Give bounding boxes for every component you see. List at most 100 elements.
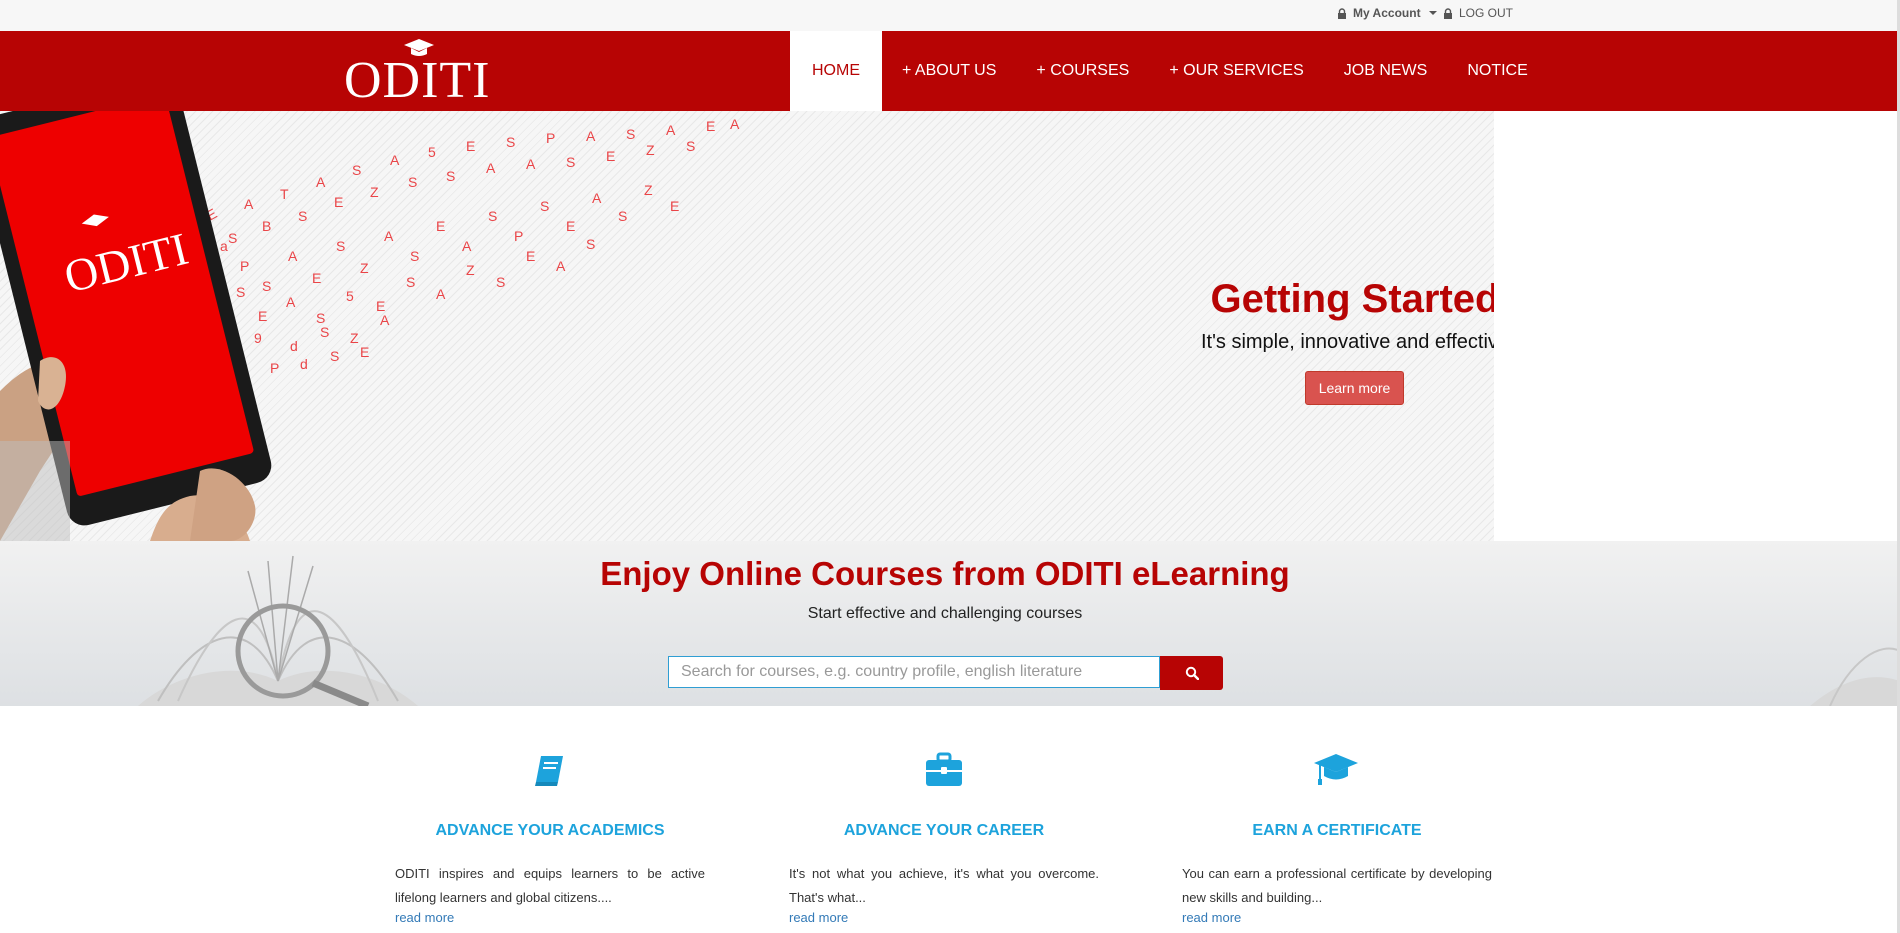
course-search-section: Enjoy Online Courses from ODITI eLearnin… <box>0 541 1897 706</box>
svg-text:S: S <box>446 168 455 184</box>
nav-item-our-services[interactable]: + OUR SERVICES <box>1149 31 1323 111</box>
briefcase-icon <box>926 752 962 786</box>
lock-icon <box>1338 7 1346 19</box>
svg-text:B: B <box>262 218 271 234</box>
svg-text:E: E <box>258 308 267 324</box>
learn-more-button[interactable]: Learn more <box>1305 371 1404 405</box>
svg-text:Z: Z <box>646 142 655 158</box>
svg-text:S: S <box>228 230 237 246</box>
nav-item-home[interactable]: HOME <box>790 31 882 111</box>
svg-text:E: E <box>360 344 369 360</box>
svg-text:E: E <box>606 148 615 164</box>
svg-text:A: A <box>592 190 602 206</box>
svg-text:A: A <box>462 238 472 254</box>
svg-text:S: S <box>540 198 549 214</box>
svg-text:E: E <box>670 198 679 214</box>
svg-text:S: S <box>408 174 417 190</box>
feature-description: You can earn a professional certificate … <box>1182 866 1492 905</box>
svg-text:A: A <box>436 286 446 302</box>
read-more-link[interactable]: read more <box>789 910 848 925</box>
svg-text:S: S <box>618 208 627 224</box>
lock-icon <box>1444 7 1452 19</box>
my-account-label: My Account <box>1353 6 1421 20</box>
svg-text:E: E <box>526 248 535 264</box>
svg-text:S: S <box>496 274 505 290</box>
svg-text:A: A <box>486 160 496 176</box>
svg-text:S: S <box>686 138 695 154</box>
search-button[interactable] <box>1160 656 1223 690</box>
svg-text:P: P <box>546 130 555 146</box>
svg-text:S: S <box>586 236 595 252</box>
primary-nav: HOME + ABOUT US + COURSES + OUR SERVICES… <box>790 31 1548 111</box>
svg-text:S: S <box>488 208 497 224</box>
svg-text:5: 5 <box>346 288 354 304</box>
logo-cap-icon <box>404 39 434 56</box>
svg-text:A: A <box>380 312 390 328</box>
svg-text:A: A <box>288 248 298 264</box>
svg-text:9: 9 <box>254 330 262 346</box>
svg-text:P: P <box>514 228 523 244</box>
svg-text:E: E <box>312 270 321 286</box>
graduation-cap-icon <box>1314 754 1358 785</box>
svg-text:A: A <box>316 174 326 190</box>
book-icon <box>535 756 563 786</box>
svg-text:Z: Z <box>360 260 369 276</box>
site-logo[interactable]: ODITI <box>344 39 491 109</box>
svg-text:E: E <box>466 138 475 154</box>
svg-text:a: a <box>220 238 228 254</box>
svg-text:Z: Z <box>466 262 475 278</box>
svg-text:S: S <box>506 134 515 150</box>
logo-text: ODITI <box>344 52 491 109</box>
svg-text:d: d <box>290 338 298 354</box>
svg-text:d: d <box>300 356 308 372</box>
feature-description: It's not what you achieve, it's what you… <box>789 866 1099 905</box>
svg-text:A: A <box>390 152 400 168</box>
section-subtitle: Start effective and challenging courses <box>807 605 1083 622</box>
svg-text:S: S <box>298 208 307 224</box>
svg-text:5: 5 <box>428 144 436 160</box>
nav-item-notice[interactable]: NOTICE <box>1447 31 1547 111</box>
svg-text:S: S <box>352 162 361 178</box>
svg-text:Z: Z <box>350 330 359 346</box>
nav-item-about-us[interactable]: + ABOUT US <box>882 31 1016 111</box>
svg-text:S: S <box>262 278 271 294</box>
my-account-menu[interactable]: My Account <box>1337 6 1437 20</box>
main-navbar: ODITI HOME + ABOUT US + COURSES + OUR SE… <box>0 31 1897 111</box>
svg-text:E: E <box>436 218 445 234</box>
svg-text:S: S <box>330 348 339 364</box>
svg-text:Z: Z <box>644 182 653 198</box>
nav-item-courses[interactable]: + COURSES <box>1016 31 1149 111</box>
hero-title: Getting Started <box>1210 277 1494 321</box>
caret-down-icon <box>1428 11 1437 15</box>
svg-text:T: T <box>280 186 289 202</box>
svg-text:E: E <box>706 118 715 134</box>
feature-title: EARN A CERTIFICATE <box>1252 822 1422 839</box>
svg-text:P: P <box>270 360 279 376</box>
svg-text:A: A <box>586 128 596 144</box>
svg-text:Z: Z <box>370 184 379 200</box>
svg-text:S: S <box>406 274 415 290</box>
logout-link[interactable]: LOG OUT <box>1443 6 1513 20</box>
hero-slider: E SAB TSA ESZ AS5 SEA SAP SAE SZA SEA PS… <box>0 111 1494 541</box>
svg-text:A: A <box>384 228 394 244</box>
feature-title: ADVANCE YOUR ACADEMICS <box>435 822 665 839</box>
hero-tablet-illustration: E SAB TSA ESZ AS5 SEA SAP SAE SZA SE A PS… <box>0 111 740 541</box>
svg-text:E: E <box>566 218 575 234</box>
svg-text:S: S <box>410 248 419 264</box>
svg-text:A: A <box>286 294 296 310</box>
svg-text:S: S <box>320 324 329 340</box>
read-more-link[interactable]: read more <box>1182 910 1241 925</box>
nav-item-job-news[interactable]: JOB NEWS <box>1324 31 1448 111</box>
section-title: Enjoy Online Courses from ODITI eLearnin… <box>600 555 1290 592</box>
svg-text:A: A <box>730 116 740 132</box>
read-more-link[interactable]: read more <box>395 910 454 925</box>
feature-title: ADVANCE YOUR CAREER <box>843 822 1045 839</box>
svg-text:A: A <box>526 156 536 172</box>
logout-label: LOG OUT <box>1459 6 1514 20</box>
svg-text:E: E <box>334 194 343 210</box>
course-search-input[interactable] <box>668 656 1160 688</box>
svg-text:S: S <box>626 126 635 142</box>
hero-subtitle: It's simple, innovative and effective <box>1200 331 1494 353</box>
svg-text:A: A <box>666 122 676 138</box>
feature-description: ODITI inspires and equips learners to be… <box>395 866 705 905</box>
